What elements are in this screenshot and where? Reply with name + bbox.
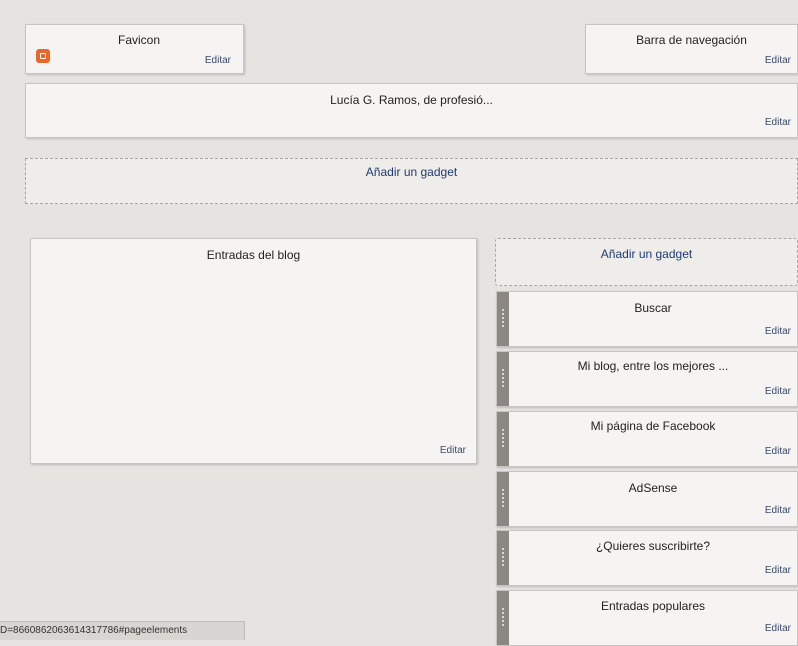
add-gadget-area-sidebar: Añadir un gadget bbox=[495, 238, 798, 286]
navbar-gadget: Barra de navegación Editar bbox=[585, 24, 798, 74]
sidebar-gadget-edit-link[interactable]: Editar bbox=[765, 326, 791, 337]
sidebar-gadget-facebook[interactable]: Mi página de Facebook Editar bbox=[496, 411, 798, 467]
browser-status-bar: D=8660862063614317786#pageelements bbox=[0, 621, 245, 640]
blog-posts-edit-link[interactable]: Editar bbox=[440, 445, 466, 456]
drag-handle[interactable] bbox=[497, 531, 509, 585]
blog-posts-gadget: Entradas del blog Editar bbox=[30, 238, 477, 464]
add-gadget-area-top: Añadir un gadget bbox=[25, 158, 798, 204]
blog-posts-title: Entradas del blog bbox=[206, 248, 301, 262]
sidebar-gadget-edit-link[interactable]: Editar bbox=[765, 386, 791, 397]
header-title: Lucía G. Ramos, de profesió... bbox=[330, 93, 493, 107]
sidebar-gadget-title: Mi página de Facebook bbox=[590, 419, 716, 433]
sidebar-gadget-title: Buscar bbox=[634, 301, 672, 315]
favicon-gadget: Favicon Editar bbox=[25, 24, 244, 74]
navbar-title: Barra de navegación bbox=[636, 33, 747, 47]
drag-handle[interactable] bbox=[497, 412, 509, 466]
add-gadget-link-sidebar[interactable]: Añadir un gadget bbox=[496, 247, 797, 261]
sidebar-gadget-populares[interactable]: Entradas populares Editar bbox=[496, 590, 798, 646]
header-gadget: Lucía G. Ramos, de profesió... Editar bbox=[25, 83, 798, 138]
sidebar-gadget-mi-blog[interactable]: Mi blog, entre los mejores ... Editar bbox=[496, 351, 798, 407]
sidebar-gadget-title: AdSense bbox=[628, 481, 678, 495]
sidebar-gadget-edit-link[interactable]: Editar bbox=[765, 505, 791, 516]
drag-handle[interactable] bbox=[497, 292, 509, 346]
sidebar-gadget-suscribirte[interactable]: ¿Quieres suscribirte? Editar bbox=[496, 530, 798, 586]
sidebar-gadget-edit-link[interactable]: Editar bbox=[765, 565, 791, 576]
sidebar-gadget-adsense[interactable]: AdSense Editar bbox=[496, 471, 798, 527]
add-gadget-link-top[interactable]: Añadir un gadget bbox=[26, 165, 797, 179]
favicon-title: Favicon bbox=[118, 33, 161, 47]
drag-handle[interactable] bbox=[497, 591, 509, 645]
drag-handle[interactable] bbox=[497, 472, 509, 526]
drag-handle[interactable] bbox=[497, 352, 509, 406]
sidebar-gadget-title: Entradas populares bbox=[600, 599, 706, 613]
blogger-icon bbox=[36, 49, 50, 63]
navbar-edit-link[interactable]: Editar bbox=[765, 55, 791, 66]
sidebar-gadget-title: ¿Quieres suscribirte? bbox=[595, 539, 711, 553]
sidebar-gadget-buscar[interactable]: Buscar Editar bbox=[496, 291, 798, 347]
header-edit-link[interactable]: Editar bbox=[765, 117, 791, 128]
sidebar-gadget-edit-link[interactable]: Editar bbox=[765, 446, 791, 457]
sidebar-gadget-title: Mi blog, entre los mejores ... bbox=[577, 359, 729, 373]
favicon-edit-link[interactable]: Editar bbox=[205, 55, 231, 66]
sidebar-gadget-edit-link[interactable]: Editar bbox=[765, 623, 791, 634]
